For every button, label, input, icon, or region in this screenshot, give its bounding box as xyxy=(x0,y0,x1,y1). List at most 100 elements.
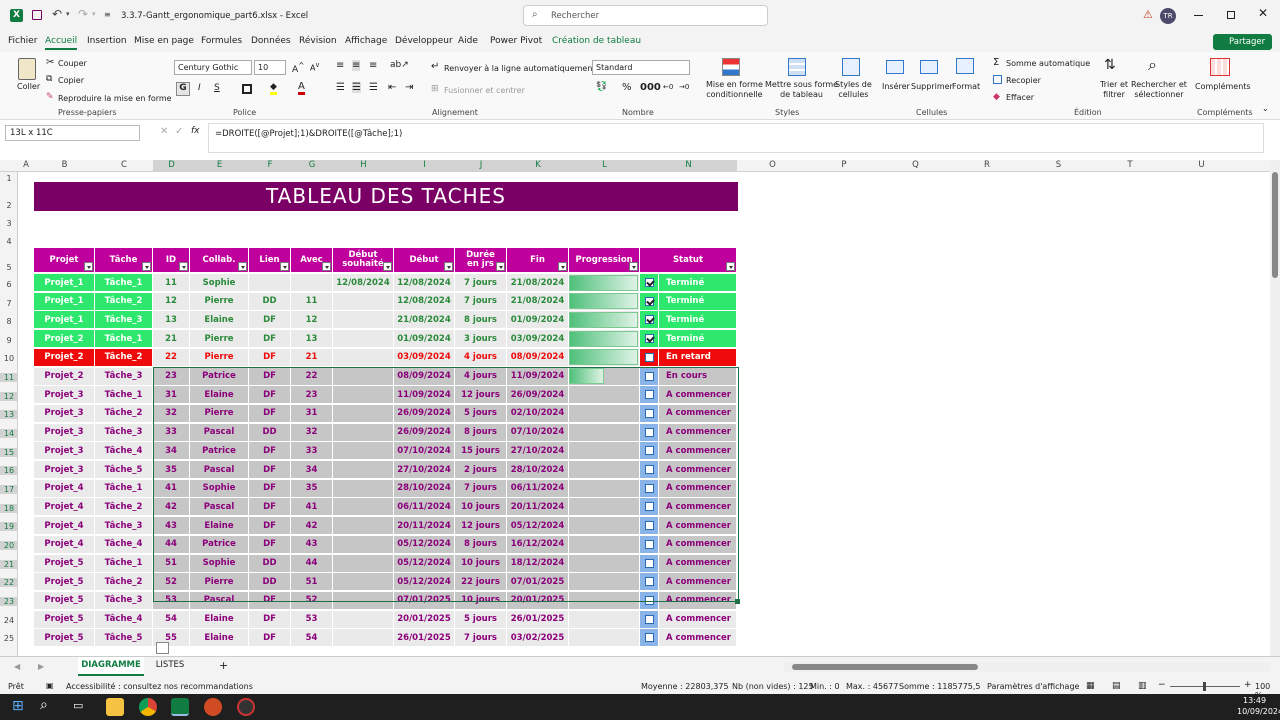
menu-fichier[interactable]: Fichier xyxy=(8,36,37,46)
cell-statut[interactable]: Terminé xyxy=(659,274,737,292)
cell-avec[interactable]: 53 xyxy=(291,610,333,629)
paste-button[interactable]: Coller xyxy=(17,82,40,91)
cell-fin[interactable]: 11/09/2024 xyxy=(507,367,569,386)
cell-tache[interactable]: Tâche_3 xyxy=(95,517,153,536)
cell-tache[interactable]: Tâche_3 xyxy=(95,423,153,442)
warning-icon[interactable]: ⚠ xyxy=(1143,8,1153,21)
menu-power-pivot[interactable]: Power Pivot xyxy=(490,36,542,46)
orientation-icon[interactable]: ab↗ xyxy=(390,60,409,70)
cancel-icon[interactable]: ✕ xyxy=(160,126,168,137)
filter-dropdown-icon[interactable] xyxy=(179,262,188,271)
row-header-15[interactable]: 15 xyxy=(0,448,18,457)
row-header-21[interactable]: 21 xyxy=(0,560,18,569)
column-header-c[interactable]: C xyxy=(95,160,153,172)
cell-id[interactable]: 31 xyxy=(153,386,190,405)
powerpoint-icon[interactable] xyxy=(204,698,222,716)
cell-id[interactable]: 13 xyxy=(153,311,190,330)
cell-lien[interactable]: DF xyxy=(249,442,291,461)
cell-checkbox[interactable] xyxy=(640,629,659,648)
cell-lien[interactable]: DD xyxy=(249,573,291,592)
cell-debut-souhaite[interactable] xyxy=(333,311,394,330)
search-box[interactable]: ⌕ Rechercher xyxy=(523,5,768,26)
cell-fin[interactable]: 28/10/2024 xyxy=(507,461,569,479)
eraser-icon[interactable]: ◆ xyxy=(993,92,1000,102)
merge-center-button[interactable]: Fusionner et centrer xyxy=(444,86,525,95)
cell-statut[interactable]: Terminé xyxy=(659,330,737,349)
cell-collab[interactable]: Sophie xyxy=(190,274,249,292)
cell-avec[interactable]: 31 xyxy=(291,404,333,423)
row-header-20[interactable]: 20 xyxy=(0,541,18,550)
file-explorer-icon[interactable] xyxy=(106,698,124,716)
conditional-format-icon[interactable] xyxy=(722,58,740,76)
cell-statut[interactable]: A commencer xyxy=(659,386,737,405)
cell-debut-souhaite[interactable] xyxy=(333,348,394,367)
cell-progression[interactable] xyxy=(569,292,640,311)
cell-id[interactable]: 54 xyxy=(153,610,190,629)
status-checkbox[interactable] xyxy=(644,614,654,624)
cell-debut-souhaite[interactable] xyxy=(333,479,394,498)
cell-lien[interactable]: DD xyxy=(249,554,291,573)
italic-icon[interactable]: I xyxy=(198,83,201,93)
cell-collab[interactable]: Elaine xyxy=(190,311,249,330)
cell-lien[interactable]: DF xyxy=(249,386,291,405)
cell-duree[interactable]: 15 jours xyxy=(455,442,507,461)
cell-projet[interactable]: Projet_5 xyxy=(34,554,95,573)
cell-lien[interactable]: DF xyxy=(249,498,291,517)
status-checkbox[interactable] xyxy=(644,315,654,325)
cell-statut[interactable]: A commencer xyxy=(659,610,737,629)
cell-projet[interactable]: Projet_5 xyxy=(34,629,95,648)
conditional-format-button[interactable]: Mise en forme conditionnelle xyxy=(706,80,763,100)
cell-tache[interactable]: Tâche_4 xyxy=(95,442,153,461)
filter-dropdown-icon[interactable] xyxy=(444,262,453,271)
cell-tache[interactable]: Tâche_5 xyxy=(95,629,153,648)
status-checkbox[interactable] xyxy=(644,595,654,605)
cell-collab[interactable]: Pascal xyxy=(190,591,249,610)
page-layout-icon[interactable]: ▤ xyxy=(1112,681,1121,691)
filter-dropdown-icon[interactable] xyxy=(280,262,289,271)
cell-projet[interactable]: Projet_1 xyxy=(34,311,95,330)
cell-debut-souhaite[interactable]: 12/08/2024 xyxy=(333,274,394,292)
cell-projet[interactable]: Projet_5 xyxy=(34,610,95,629)
status-checkbox[interactable] xyxy=(644,371,654,381)
cell-collab[interactable]: Pierre xyxy=(190,404,249,423)
cell-fin[interactable]: 21/08/2024 xyxy=(507,292,569,311)
sort-filter-button[interactable]: Trier et filtrer xyxy=(1100,80,1128,100)
align-middle-icon[interactable]: ≡ xyxy=(352,60,361,71)
cell-tache[interactable]: Tâche_1 xyxy=(95,274,153,292)
prev-sheet-icon[interactable]: ◀ xyxy=(14,662,20,671)
cell-tache[interactable]: Tâche_2 xyxy=(95,498,153,517)
status-average[interactable]: Moyenne : 22803,375 xyxy=(641,682,729,691)
excel-taskbar-icon[interactable] xyxy=(171,698,189,716)
cell-id[interactable]: 35 xyxy=(153,461,190,479)
app-icon[interactable] xyxy=(237,698,255,716)
cell-duree[interactable]: 22 jours xyxy=(455,573,507,592)
cell-lien[interactable]: DD xyxy=(249,423,291,442)
cell-debut-souhaite[interactable] xyxy=(333,517,394,536)
cell-fin[interactable]: 03/02/2025 xyxy=(507,629,569,648)
cell-projet[interactable]: Projet_5 xyxy=(34,591,95,610)
cell-debut-souhaite[interactable] xyxy=(333,573,394,592)
cell-fin[interactable]: 20/11/2024 xyxy=(507,498,569,517)
cell-id[interactable]: 33 xyxy=(153,423,190,442)
cell-debut-souhaite[interactable] xyxy=(333,591,394,610)
cell-debut-souhaite[interactable] xyxy=(333,554,394,573)
status-checkbox[interactable] xyxy=(644,334,654,344)
find-select-icon[interactable]: ⌕ xyxy=(1148,55,1157,75)
cell-checkbox[interactable] xyxy=(640,479,659,498)
cell-projet[interactable]: Projet_5 xyxy=(34,573,95,592)
cell-projet[interactable]: Projet_2 xyxy=(34,348,95,367)
zoom-slider[interactable] xyxy=(1170,682,1240,691)
cell-avec[interactable]: 12 xyxy=(291,311,333,330)
cell-debut[interactable]: 20/11/2024 xyxy=(394,517,455,536)
cell-debut[interactable]: 07/01/2025 xyxy=(394,591,455,610)
cell-progression[interactable] xyxy=(569,629,640,648)
status-checkbox[interactable] xyxy=(644,465,654,474)
zoom-in-icon[interactable]: + xyxy=(1244,680,1252,690)
display-settings[interactable]: Paramètres d'affichage xyxy=(987,682,1079,691)
cell-debut[interactable]: 05/12/2024 xyxy=(394,554,455,573)
cell-id[interactable]: 32 xyxy=(153,404,190,423)
status-checkbox[interactable] xyxy=(644,352,654,362)
cell-fin[interactable]: 06/11/2024 xyxy=(507,479,569,498)
cell-duree[interactable]: 4 jours xyxy=(455,348,507,367)
cell-projet[interactable]: Projet_4 xyxy=(34,498,95,517)
